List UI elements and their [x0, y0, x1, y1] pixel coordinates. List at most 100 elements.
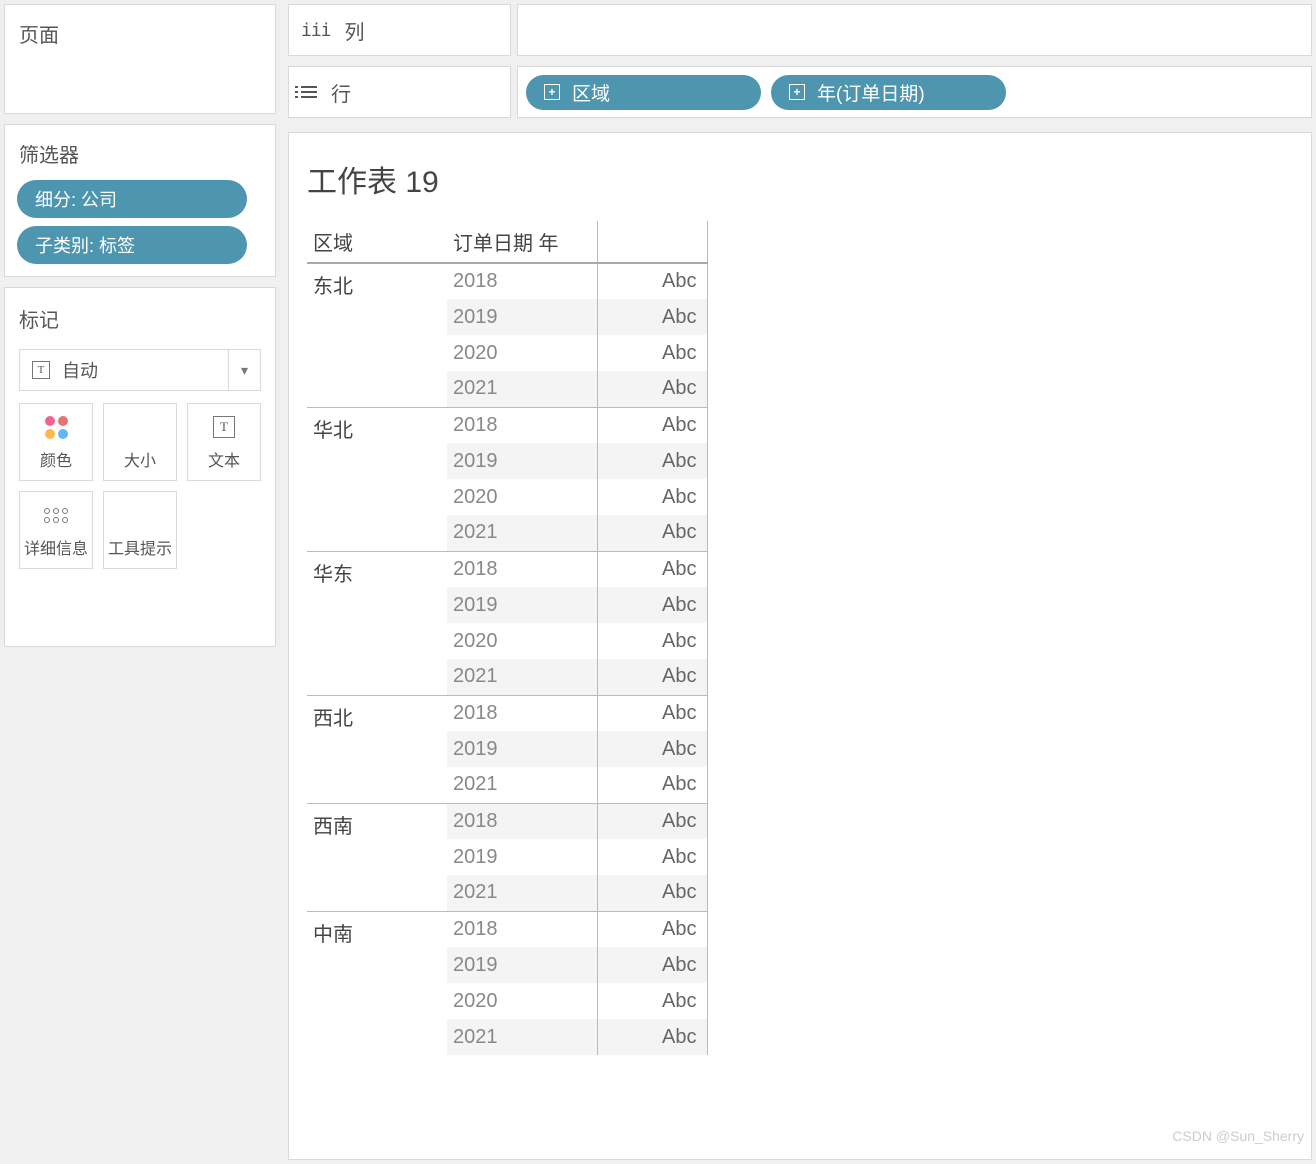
- table-row[interactable]: 东北2018Abc: [307, 263, 707, 299]
- pages-panel: 页面: [4, 4, 276, 114]
- cell-year[interactable]: 2021: [447, 515, 597, 551]
- table-row[interactable]: 华东2018Abc: [307, 551, 707, 587]
- cell-region[interactable]: 中南: [307, 911, 447, 1055]
- row-pill-label: 区域: [572, 79, 610, 106]
- marks-title: 标记: [15, 298, 265, 341]
- cell-year[interactable]: 2021: [447, 1019, 597, 1055]
- cell-year[interactable]: 2021: [447, 875, 597, 911]
- mark-type-label: 自动: [62, 357, 98, 383]
- mark-text-label: 文本: [208, 447, 240, 471]
- cell-value[interactable]: Abc: [597, 515, 707, 551]
- cell-year[interactable]: 2019: [447, 839, 597, 875]
- columns-shelf-content[interactable]: [517, 4, 1312, 56]
- rows-shelf-content[interactable]: + 区域 + 年(订单日期): [517, 66, 1312, 118]
- columns-icon: iii: [301, 20, 331, 41]
- row-pill-region[interactable]: + 区域: [526, 75, 761, 110]
- expand-icon: +: [544, 84, 560, 100]
- cell-year[interactable]: 2018: [447, 263, 597, 299]
- cell-value[interactable]: Abc: [597, 551, 707, 587]
- header-region[interactable]: 区域: [307, 221, 447, 263]
- mark-text-card[interactable]: T 文本: [187, 403, 261, 481]
- table-row[interactable]: 中南2018Abc: [307, 911, 707, 947]
- cell-value[interactable]: Abc: [597, 731, 707, 767]
- cell-value[interactable]: Abc: [597, 335, 707, 371]
- chevron-down-icon[interactable]: ▾: [228, 350, 260, 390]
- row-pill-year[interactable]: + 年(订单日期): [771, 75, 1006, 110]
- cell-region[interactable]: 华东: [307, 551, 447, 695]
- cell-value[interactable]: Abc: [597, 479, 707, 515]
- cell-year[interactable]: 2018: [447, 695, 597, 731]
- cell-value[interactable]: Abc: [597, 659, 707, 695]
- mark-color-label: 颜色: [40, 447, 72, 471]
- text-icon: T: [213, 416, 235, 438]
- cell-value[interactable]: Abc: [597, 947, 707, 983]
- cell-value[interactable]: Abc: [597, 443, 707, 479]
- columns-shelf[interactable]: iii 列: [288, 4, 1312, 56]
- expand-icon: +: [789, 84, 805, 100]
- cell-year[interactable]: 2018: [447, 803, 597, 839]
- cell-value[interactable]: Abc: [597, 299, 707, 335]
- cell-year[interactable]: 2020: [447, 983, 597, 1019]
- mark-detail-label: 详细信息: [24, 535, 88, 559]
- mark-type-selector[interactable]: T 自动 ▾: [19, 349, 261, 391]
- cell-year[interactable]: 2019: [447, 731, 597, 767]
- text-icon: T: [32, 361, 50, 379]
- cell-year[interactable]: 2018: [447, 911, 597, 947]
- cell-value[interactable]: Abc: [597, 263, 707, 299]
- cell-year[interactable]: 2019: [447, 299, 597, 335]
- data-table: 区域 订单日期 年 东北2018Abc2019Abc2020Abc2021Abc…: [307, 221, 708, 1055]
- cell-year[interactable]: 2021: [447, 659, 597, 695]
- cell-value[interactable]: Abc: [597, 911, 707, 947]
- pages-title: 页面: [15, 13, 265, 56]
- mark-size-card[interactable]: 大小: [103, 403, 177, 481]
- cell-year[interactable]: 2021: [447, 371, 597, 407]
- cell-year[interactable]: 2018: [447, 407, 597, 443]
- filters-panel: 筛选器 细分: 公司 子类别: 标签: [4, 124, 276, 277]
- cell-value[interactable]: Abc: [597, 1019, 707, 1055]
- table-row[interactable]: 西南2018Abc: [307, 803, 707, 839]
- marks-panel: 标记 T 自动 ▾ 颜色 大小: [4, 287, 276, 647]
- cell-region[interactable]: 华北: [307, 407, 447, 551]
- filter-pill-label: 子类别: 标签: [35, 232, 135, 258]
- watermark: CSDN @Sun_Sherry: [1172, 1128, 1304, 1144]
- rows-shelf-label: 行: [288, 66, 511, 118]
- mark-color-card[interactable]: 颜色: [19, 403, 93, 481]
- cell-value[interactable]: Abc: [597, 983, 707, 1019]
- cell-value[interactable]: Abc: [597, 407, 707, 443]
- color-icon: [45, 416, 68, 439]
- table-row[interactable]: 西北2018Abc: [307, 695, 707, 731]
- cell-year[interactable]: 2020: [447, 335, 597, 371]
- cell-year[interactable]: 2019: [447, 947, 597, 983]
- cell-year[interactable]: 2020: [447, 623, 597, 659]
- cell-region[interactable]: 西南: [307, 803, 447, 911]
- worksheet-title: 工作表 19: [307, 151, 1293, 221]
- rows-label-text: 行: [331, 78, 351, 107]
- cell-value[interactable]: Abc: [597, 695, 707, 731]
- cell-value[interactable]: Abc: [597, 839, 707, 875]
- filter-pill-segment[interactable]: 细分: 公司: [17, 180, 247, 218]
- worksheet-view: 工作表 19 区域 订单日期 年 东北2018Abc2019Abc2020Abc…: [288, 132, 1312, 1160]
- cell-value[interactable]: Abc: [597, 623, 707, 659]
- mark-tooltip-card[interactable]: 工具提示: [103, 491, 177, 569]
- cell-region[interactable]: 西北: [307, 695, 447, 803]
- header-year[interactable]: 订单日期 年: [447, 221, 597, 263]
- cell-region[interactable]: 东北: [307, 263, 447, 407]
- rows-icon: [301, 86, 317, 98]
- cell-value[interactable]: Abc: [597, 371, 707, 407]
- mark-detail-card[interactable]: 详细信息: [19, 491, 93, 569]
- cell-value[interactable]: Abc: [597, 803, 707, 839]
- cell-year[interactable]: 2020: [447, 479, 597, 515]
- cell-value[interactable]: Abc: [597, 767, 707, 803]
- mark-size-label: 大小: [124, 447, 156, 471]
- cell-value[interactable]: Abc: [597, 587, 707, 623]
- cell-year[interactable]: 2021: [447, 767, 597, 803]
- filters-title: 筛选器: [15, 133, 265, 176]
- cell-value[interactable]: Abc: [597, 875, 707, 911]
- filter-pill-label: 细分: 公司: [35, 186, 117, 212]
- cell-year[interactable]: 2018: [447, 551, 597, 587]
- rows-shelf[interactable]: 行 + 区域 + 年(订单日期): [288, 66, 1312, 118]
- cell-year[interactable]: 2019: [447, 443, 597, 479]
- cell-year[interactable]: 2019: [447, 587, 597, 623]
- table-row[interactable]: 华北2018Abc: [307, 407, 707, 443]
- filter-pill-subcategory[interactable]: 子类别: 标签: [17, 226, 247, 264]
